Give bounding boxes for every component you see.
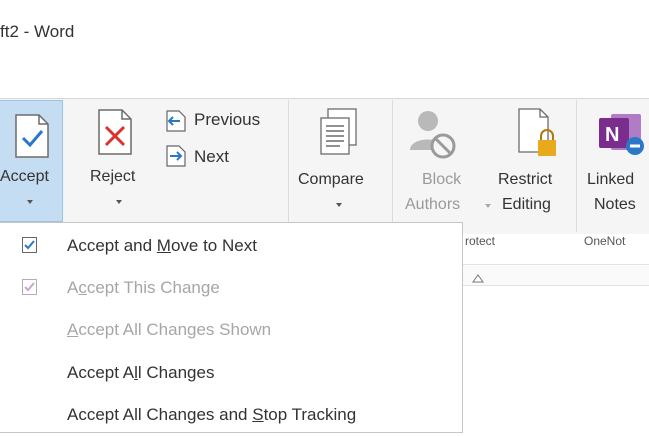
next-icon[interactable] bbox=[163, 145, 187, 167]
horizontal-ruler[interactable] bbox=[462, 264, 649, 286]
accept-icon bbox=[15, 114, 49, 158]
title-bar: ft2 - Word bbox=[0, 0, 649, 99]
linked-notes-line1[interactable]: Linked bbox=[587, 171, 634, 189]
restrict-editing-icon[interactable] bbox=[516, 108, 560, 160]
reject-label[interactable]: Reject bbox=[90, 168, 135, 186]
group-divider bbox=[288, 100, 289, 232]
group-divider bbox=[576, 100, 577, 232]
compare-dropdown-chevron-icon[interactable] bbox=[336, 203, 342, 207]
reject-icon[interactable] bbox=[96, 109, 134, 155]
group-label-onenote: OneNot bbox=[584, 234, 626, 248]
menu-item-label: Accept All Changes and Stop Tracking bbox=[67, 405, 357, 424]
restrict-editing-line1[interactable]: Restrict bbox=[498, 171, 552, 189]
block-authors-dropdown-chevron-icon bbox=[485, 204, 491, 208]
menu-item-label: Accept and Move to Next bbox=[67, 236, 257, 255]
next-label[interactable]: Next bbox=[194, 147, 229, 167]
menu-item-accept-all-and-stop-tracking[interactable]: Accept All Changes and Stop Tracking bbox=[0, 395, 462, 436]
linked-notes-line2[interactable]: Notes bbox=[594, 196, 636, 214]
menu-item-label: Accept All Changes Shown bbox=[67, 320, 272, 339]
previous-icon[interactable] bbox=[163, 110, 187, 132]
svg-text:N: N bbox=[605, 124, 619, 146]
menu-item-label: Accept This Change bbox=[67, 278, 220, 297]
group-divider bbox=[392, 100, 393, 232]
onenote-icon[interactable]: N bbox=[597, 112, 649, 156]
group-label-protect: rotect bbox=[465, 234, 496, 248]
compare-label[interactable]: Compare bbox=[298, 171, 364, 189]
accept-label: Accept bbox=[0, 168, 49, 185]
accept-check-icon bbox=[22, 237, 37, 253]
ruler-indent-marker-icon[interactable] bbox=[472, 273, 484, 283]
accept-dropdown-menu: Accept and Move to Next Accept This Chan… bbox=[0, 222, 463, 433]
block-authors-icon[interactable] bbox=[406, 108, 460, 160]
menu-item-accept-this-change[interactable]: Accept This Change bbox=[0, 268, 462, 309]
accept-check-icon bbox=[22, 279, 37, 295]
menu-item-accept-all-changes[interactable]: Accept All Changes bbox=[0, 353, 462, 394]
menu-item-label: Accept All Changes bbox=[67, 363, 215, 382]
accept-dropdown-chevron-icon[interactable] bbox=[27, 200, 33, 204]
previous-label[interactable]: Previous bbox=[194, 110, 260, 130]
restrict-editing-line2[interactable]: Editing bbox=[502, 196, 551, 214]
menu-item-accept-and-move-to-next[interactable]: Accept and Move to Next bbox=[0, 226, 462, 267]
menu-item-accept-all-changes-shown[interactable]: Accept All Changes Shown bbox=[0, 310, 462, 351]
window-title: ft2 - Word bbox=[0, 22, 75, 41]
block-authors-line1: Block bbox=[422, 171, 462, 188]
compare-icon[interactable] bbox=[318, 108, 360, 156]
block-authors-line2: Authors bbox=[405, 196, 461, 213]
reject-dropdown-chevron-icon[interactable] bbox=[116, 200, 122, 204]
